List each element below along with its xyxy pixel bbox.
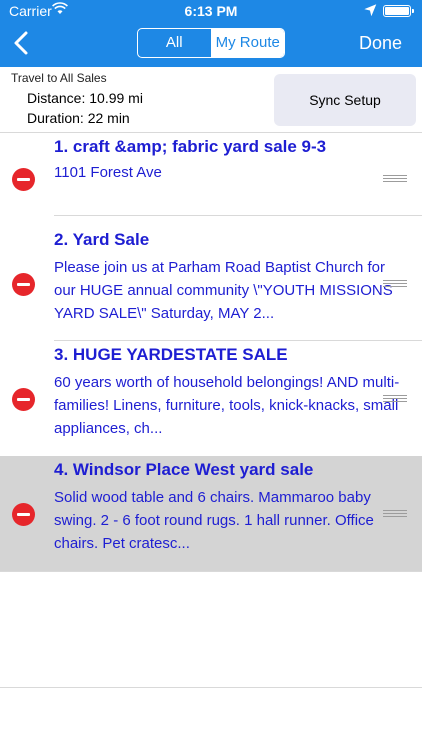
- nav-bar: Carrier 6:13 PM All My Route Done: [0, 0, 422, 67]
- sale-description: Solid wood table and 6 chairs. Mammaroo …: [54, 489, 374, 552]
- sale-description: 60 years worth of household belongings! …: [54, 374, 400, 437]
- reorder-handle-icon[interactable]: [383, 510, 407, 519]
- status-time: 6:13 PM: [184, 3, 238, 19]
- sale-description: Please join us at Parham Road Baptist Ch…: [54, 259, 393, 322]
- divider: [0, 571, 422, 572]
- route-summary-title: Travel to All Sales: [11, 71, 107, 85]
- route-summary: Travel to All Sales Distance: 10.99 mi D…: [0, 67, 422, 133]
- sale-title: 3. HUGE YARDESTATE SALE: [54, 345, 288, 364]
- delete-icon[interactable]: [12, 273, 35, 296]
- status-bar: Carrier 6:13 PM: [0, 0, 422, 22]
- sale-title: 2. Yard Sale: [54, 230, 150, 249]
- sale-row[interactable]: 2. Yard Sale Please join us at Parham Ro…: [0, 216, 422, 340]
- route-distance: Distance: 10.99 mi: [27, 90, 143, 106]
- back-chevron-icon[interactable]: [10, 29, 38, 57]
- done-button[interactable]: Done: [359, 33, 402, 54]
- route-duration: Duration: 22 min: [27, 110, 130, 126]
- view-segmented-control: All My Route: [137, 28, 285, 58]
- delete-icon[interactable]: [12, 388, 35, 411]
- sale-title: 4. Windsor Place West yard sale: [54, 460, 314, 479]
- sync-setup-button[interactable]: Sync Setup: [274, 74, 416, 126]
- sale-description: 1101 Forest Ave: [54, 164, 162, 181]
- segment-my-route[interactable]: My Route: [211, 29, 284, 57]
- divider: [0, 687, 422, 688]
- reorder-handle-icon[interactable]: [383, 395, 407, 404]
- delete-icon[interactable]: [12, 503, 35, 526]
- reorder-handle-icon[interactable]: [383, 280, 407, 289]
- reorder-handle-icon[interactable]: [383, 175, 407, 184]
- delete-icon[interactable]: [12, 168, 35, 191]
- sale-row-selected[interactable]: 4. Windsor Place West yard sale Solid wo…: [0, 456, 422, 572]
- sale-row[interactable]: 3. HUGE YARDESTATE SALE 60 years worth o…: [0, 341, 422, 456]
- sale-row[interactable]: 1. craft &amp; fabric yard sale 9-3 1101…: [0, 133, 422, 216]
- segment-all[interactable]: All: [138, 29, 212, 57]
- battery-icon: [383, 5, 414, 17]
- sale-title: 1. craft &amp; fabric yard sale 9-3: [54, 137, 327, 156]
